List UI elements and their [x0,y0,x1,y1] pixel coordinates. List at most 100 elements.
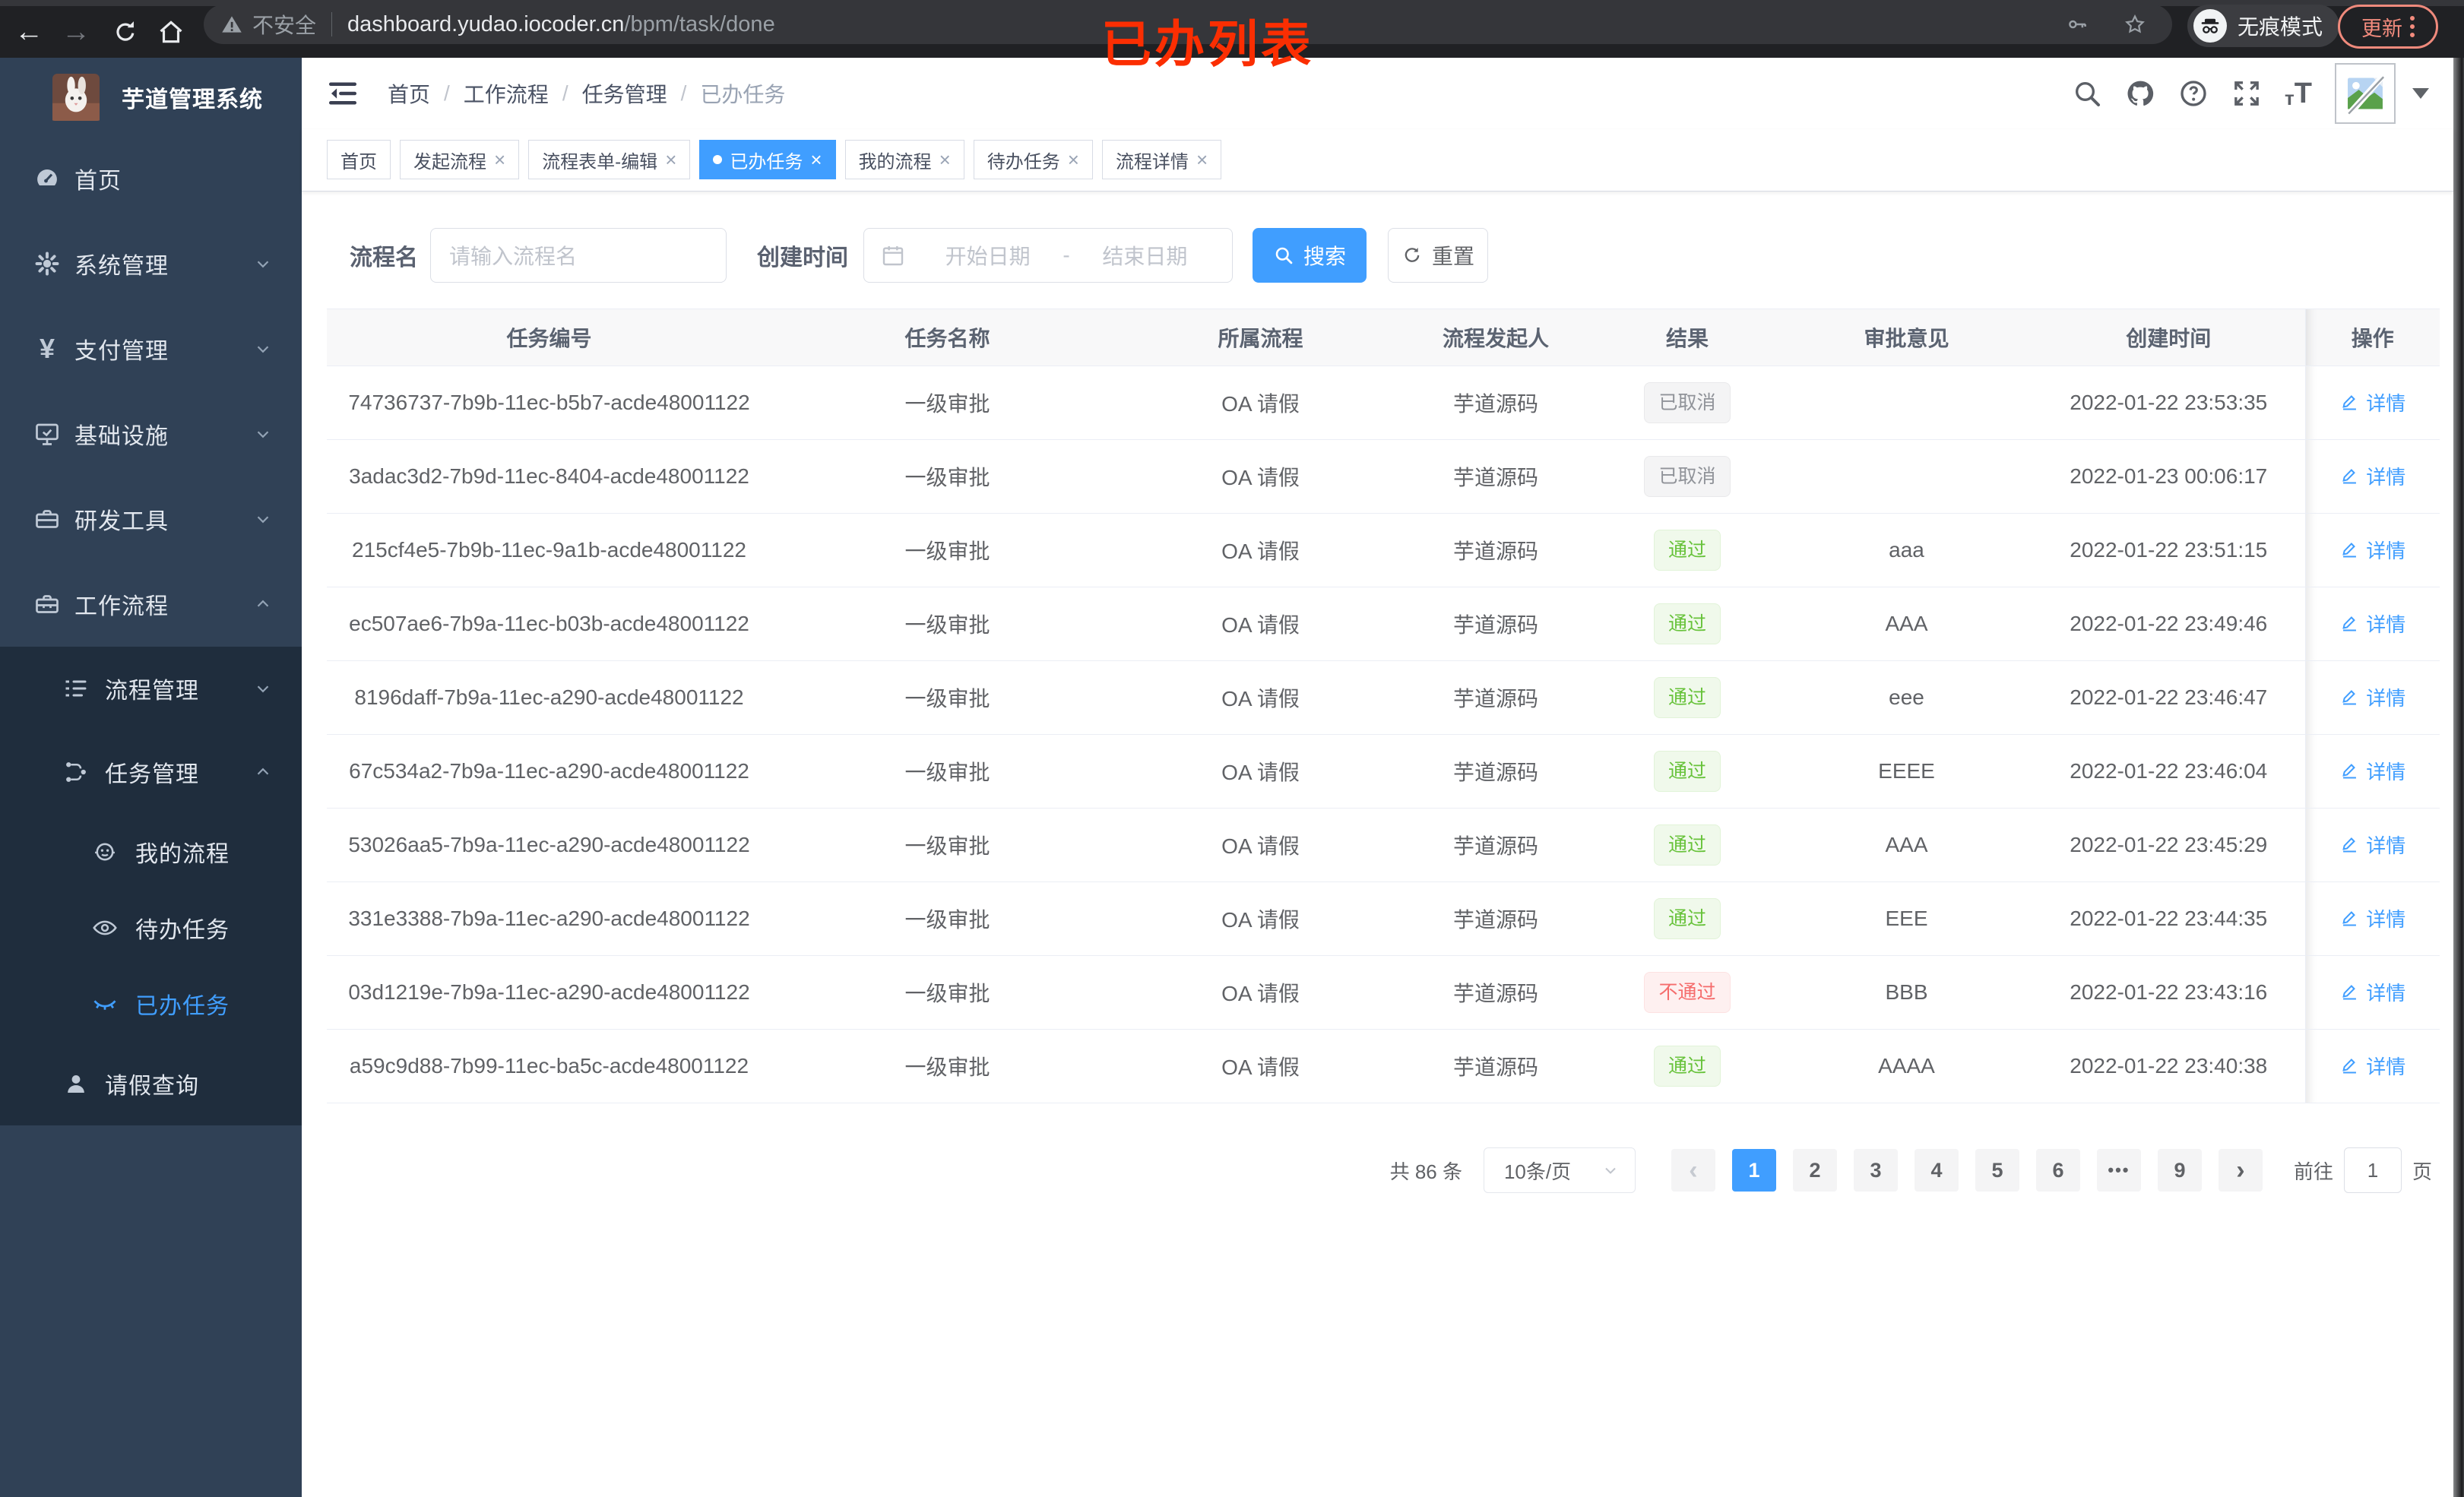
cell-process: OA 请假 [1123,366,1398,440]
chevron-up-icon [257,767,269,775]
sidebar-item-payment[interactable]: ¥ 支付管理 [0,306,302,391]
cell-opinion: AAA [1781,587,2032,661]
close-icon[interactable]: × [1068,150,1079,169]
sidebar-item-infrastructure[interactable]: 基础设施 [0,391,302,476]
detail-link-label: 详情 [2366,686,2406,710]
tab-todo-tasks[interactable]: 待办任务 × [973,140,1093,179]
breadcrumb-home[interactable]: 首页 [388,78,430,109]
close-icon[interactable]: × [494,150,505,169]
detail-link[interactable]: 详情 [2339,462,2405,490]
page-button-6[interactable]: 6 [2035,1149,2080,1192]
reset-button[interactable]: 重置 [1388,228,1488,283]
browser-back-button[interactable]: ← [11,16,47,49]
tab-done-tasks[interactable]: 已办任务 × [699,140,836,179]
github-icon[interactable] [2125,78,2155,109]
result-badge: 通过 [1653,824,1721,866]
browser-home-button[interactable] [157,17,185,46]
date-range-input[interactable]: 开始日期 - 结束日期 [863,228,1233,283]
app-logo[interactable]: 芋道管理系统 [0,58,302,136]
page-button-2[interactable]: 2 [1792,1149,1837,1192]
browser-reload-button[interactable] [111,17,140,46]
sidebar-item-todo-tasks[interactable]: 待办任务 [0,890,302,966]
page-button-1[interactable]: 1 [1731,1149,1776,1192]
page-size-value: 10条/页 [1503,1160,1572,1183]
browser-menu-icon[interactable] [2410,16,2415,37]
goto-page: 前往 1 页 [2294,1147,2432,1193]
edit-pen-icon [2342,689,2357,705]
detail-link-label: 详情 [2366,465,2406,489]
sidebar-item-label: 待办任务 [135,918,230,943]
breadcrumb-task-management[interactable]: 任务管理 [582,78,667,109]
tab-start-process[interactable]: 发起流程 × [400,140,520,179]
page-button-9[interactable]: 9 [2157,1149,2202,1192]
breadcrumb-separator: / [680,81,687,105]
sidebar-item-workflow[interactable]: 工作流程 [0,562,302,647]
close-icon[interactable]: × [665,150,676,169]
refresh-icon [1405,247,1420,262]
active-dot [713,155,723,164]
avatar[interactable] [2335,63,2396,124]
sidebar-menu: 首页 系统管理 ¥ 支付管理 基础设施 研发工具 工作流程 流程管理 任务管理 … [0,136,302,1125]
page-button-4[interactable]: 4 [1914,1149,1959,1192]
sidebar-item-label: 流程管理 [105,679,199,704]
detail-link[interactable]: 详情 [2339,388,2405,416]
address-bar[interactable]: 不安全 dashboard.yudao.iocoder.cn/bpm/task/… [204,5,2172,44]
page-button-3[interactable]: 3 [1853,1149,1898,1192]
bookmark-star-icon[interactable] [2124,13,2146,36]
avatar-caret-icon[interactable] [2412,88,2429,99]
help-icon[interactable] [2178,78,2209,109]
share-icon [61,758,91,786]
sidebar-item-done-tasks[interactable]: 已办任务 [0,966,302,1042]
sidebar-collapse-icon[interactable] [327,78,359,109]
detail-link[interactable]: 详情 [2339,978,2405,1006]
detail-link[interactable]: 详情 [2339,683,2405,711]
tab-process-detail[interactable]: 流程详情 × [1101,140,1222,179]
cell-created: 2022-01-22 23:51:15 [2032,513,2305,587]
total-count: 共 86 条 [1389,1160,1462,1183]
process-name-label: 流程名 [350,245,418,271]
more-pages-button[interactable]: ••• [2096,1149,2141,1192]
list-icon [61,675,91,702]
omnibox-divider [331,12,333,36]
close-icon[interactable]: × [939,150,951,169]
prev-page-button[interactable]: ‹ [1671,1149,1715,1192]
sidebar-item-devtools[interactable]: 研发工具 [0,476,302,562]
update-button[interactable]: 更新 [2338,5,2438,49]
detail-link[interactable]: 详情 [2339,536,2405,564]
process-name-input[interactable]: 请输入流程名 [430,228,727,283]
tab-home[interactable]: 首页 [327,140,391,179]
tab-my-process[interactable]: 我的流程 × [844,140,964,179]
tab-form-edit[interactable]: 流程表单-编辑 × [528,140,691,179]
sidebar-item-task-management[interactable]: 任务管理 [0,730,302,814]
detail-link[interactable]: 详情 [2339,1052,2405,1080]
page-button-5[interactable]: 5 [1975,1149,2019,1192]
close-icon[interactable]: × [1196,150,1208,169]
breadcrumb-workflow[interactable]: 工作流程 [464,78,549,109]
goto-page-input[interactable]: 1 [2343,1147,2402,1193]
detail-link[interactable]: 详情 [2339,831,2405,859]
sidebar-item-home[interactable]: 首页 [0,136,302,221]
sidebar-item-label: 研发工具 [74,509,169,534]
result-badge: 不通过 [1644,972,1731,1013]
detail-link-label: 详情 [2366,981,2406,1005]
cell-task-name: 一级审批 [771,808,1123,882]
search-button[interactable]: 搜索 [1253,228,1367,283]
cell-task-name: 一级审批 [771,660,1123,735]
next-page-button[interactable]: › [2218,1149,2263,1192]
font-size-icon[interactable]: тT [2285,79,2312,108]
sidebar-item-system[interactable]: 系统管理 [0,221,302,306]
sidebar-item-my-process[interactable]: 我的流程 [0,814,302,890]
sidebar-item-leave-query[interactable]: 请假查询 [0,1042,302,1125]
sidebar-item-process-management[interactable]: 流程管理 [0,647,302,730]
fullscreen-icon[interactable] [2231,78,2262,109]
password-key-icon[interactable] [2066,13,2089,36]
detail-link[interactable]: 详情 [2339,757,2405,785]
search-icon[interactable] [2072,78,2102,109]
detail-link[interactable]: 详情 [2339,904,2405,932]
browser-forward-button[interactable]: → [58,16,94,49]
page-size-select[interactable]: 10条/页 [1483,1147,1636,1193]
close-icon[interactable]: × [810,150,822,169]
detail-link[interactable]: 详情 [2339,609,2405,638]
range-separator: - [1063,243,1070,267]
calendar-icon [882,246,904,266]
